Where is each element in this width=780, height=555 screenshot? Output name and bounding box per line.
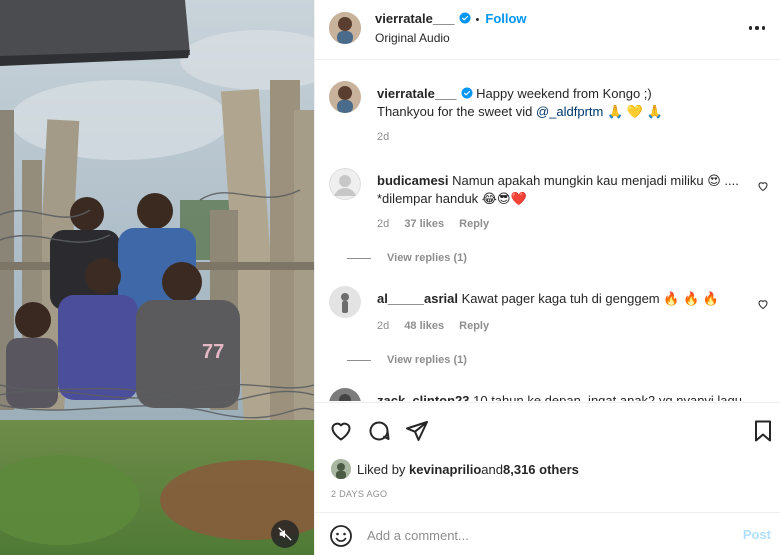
liked-by-middle: and: [481, 461, 503, 477]
caption-text: vierratale___ Happy weekend from Kongo ;…: [377, 85, 747, 121]
comment-item: zack_clinton23 10 tahun ke depan, ingat …: [329, 388, 769, 401]
default-avatar-icon: [329, 168, 361, 200]
comments-list[interactable]: vierratale___ Happy weekend from Kongo ;…: [315, 61, 780, 401]
comment-username[interactable]: zack_clinton23: [377, 393, 470, 401]
post-video[interactable]: 77: [0, 0, 314, 555]
reply-button[interactable]: Reply: [459, 320, 489, 332]
author-username[interactable]: vierratale___: [375, 11, 455, 26]
replies-divider: [347, 359, 371, 361]
avatar-photo: [329, 12, 361, 44]
post-comment-button[interactable]: Post: [743, 527, 771, 542]
comment-like-heart-icon[interactable]: [757, 180, 769, 192]
mute-button[interactable]: [271, 520, 299, 548]
post-date[interactable]: 2 DAYS AGO: [331, 489, 387, 499]
avatar-photo: [329, 286, 361, 318]
caption-username[interactable]: vierratale___: [377, 86, 457, 101]
author-avatar[interactable]: [329, 12, 361, 44]
comment-meta: 2d 37 likes Reply: [377, 218, 501, 230]
author-row: vierratale___ • Follow: [375, 11, 527, 26]
comment-text: al_____asrial Kawat pager kaga tuh di ge…: [377, 290, 747, 308]
comment-avatar[interactable]: [329, 286, 361, 318]
bookmark-icon[interactable]: [751, 419, 775, 443]
caption: vierratale___ Happy weekend from Kongo ;…: [329, 81, 769, 151]
comment-username[interactable]: al_____asrial: [377, 291, 458, 306]
avatar-photo: [329, 388, 361, 401]
caption-mention[interactable]: @_aldfprtm: [536, 104, 603, 119]
video-frame: 77: [0, 0, 314, 555]
follow-button[interactable]: Follow: [485, 11, 526, 26]
caption-avatar[interactable]: [329, 81, 361, 113]
caption-line-1: Happy weekend from Kongo ;): [476, 86, 652, 101]
comment-input[interactable]: [367, 523, 727, 547]
comment-composer: Post: [315, 512, 780, 555]
separator-dot: •: [475, 14, 480, 26]
paper-plane-icon[interactable]: [405, 419, 429, 443]
comment-text: budicamesi Namun apakah mungkin kau menj…: [377, 172, 747, 208]
comment-item: al_____asrial Kawat pager kaga tuh di ge…: [329, 286, 769, 386]
caption-time[interactable]: 2d: [377, 131, 389, 143]
reply-button[interactable]: Reply: [459, 218, 489, 230]
post-header: vierratale___ • Follow Original Audio: [315, 0, 780, 60]
speaker-muted-icon: [278, 527, 292, 541]
comment-content: 10 tahun ke depan, ingat anak2 yg nyanyi…: [473, 393, 742, 401]
comment-avatar[interactable]: [329, 388, 361, 401]
comment-likes[interactable]: 48 likes: [404, 320, 444, 332]
svg-text:77: 77: [202, 341, 224, 363]
audio-label[interactable]: Original Audio: [375, 31, 450, 45]
verified-badge-icon: [459, 12, 471, 24]
comment-time[interactable]: 2d: [377, 218, 389, 230]
verified-badge-icon: [461, 87, 473, 99]
view-replies-label: View replies (1): [387, 354, 467, 366]
comment-likes[interactable]: 37 likes: [404, 218, 444, 230]
comment-content: Kawat pager kaga tuh di genggem 🔥 🔥 🔥: [461, 291, 720, 306]
comment-like-heart-icon[interactable]: [757, 298, 769, 310]
replies-divider: [347, 257, 371, 259]
likes-count[interactable]: 8,316 others: [503, 462, 579, 477]
more-options-icon[interactable]: [745, 16, 769, 40]
caption-line-2: Thankyou for the sweet vid: [377, 104, 536, 119]
emoji-icon[interactable]: [329, 524, 353, 548]
comment-meta: 2d 48 likes Reply: [377, 320, 501, 332]
view-replies-button[interactable]: View replies (1): [347, 252, 467, 264]
comment-avatar[interactable]: [329, 168, 361, 200]
likes-summary[interactable]: Liked by kevinaprilio and 8,316 others: [331, 459, 579, 479]
post-details-panel: vierratale___ • Follow Original Audio vier…: [314, 0, 780, 555]
liked-by-prefix: Liked by: [357, 461, 406, 477]
comment-icon[interactable]: [367, 419, 391, 443]
avatar-photo: [329, 81, 361, 113]
comment-text: zack_clinton23 10 tahun ke depan, ingat …: [377, 392, 747, 401]
comment-time[interactable]: 2d: [377, 320, 389, 332]
view-replies-button[interactable]: View replies (1): [347, 354, 467, 366]
avatar-photo: [331, 459, 351, 479]
comment-item: budicamesi Namun apakah mungkin kau menj…: [329, 168, 769, 268]
caption-meta: 2d: [377, 131, 401, 143]
post-actions: Liked by kevinaprilio and 8,316 others 2…: [315, 402, 780, 510]
caption-emoji: 🙏 💛 🙏: [607, 104, 663, 119]
heart-icon[interactable]: [329, 419, 353, 443]
liker-avatar: [331, 459, 351, 479]
comment-username[interactable]: budicamesi: [377, 173, 449, 188]
liked-by-user[interactable]: kevinaprilio: [409, 462, 481, 477]
view-replies-label: View replies (1): [387, 252, 467, 264]
